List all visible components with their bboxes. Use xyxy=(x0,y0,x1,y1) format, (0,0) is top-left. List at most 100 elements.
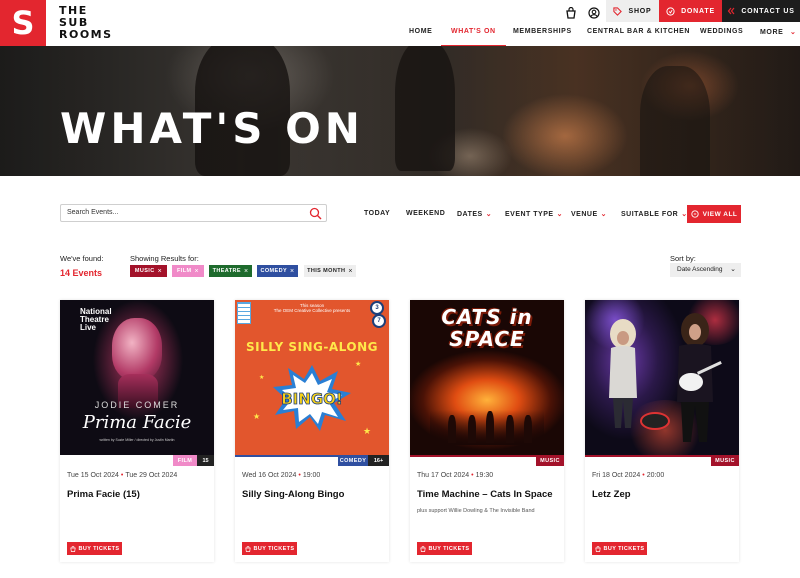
event-time: 20:00 xyxy=(646,472,665,479)
site-header: S THE SUB ROOMS SHOP DONATE CONTACT US H… xyxy=(0,0,800,47)
contact-button[interactable]: CONTACT US xyxy=(722,0,800,22)
star-icon: ★ xyxy=(253,412,261,421)
buy-tickets-button[interactable]: BUY TICKETS xyxy=(242,542,297,555)
close-icon[interactable]: × xyxy=(244,268,249,275)
logo[interactable]: S xyxy=(0,0,46,46)
event-poster[interactable]: CATS in SPACE xyxy=(410,300,564,455)
close-icon[interactable]: × xyxy=(158,268,163,275)
event-title[interactable]: Prima Facie (15) xyxy=(67,489,140,500)
chevron-left-icon xyxy=(728,7,735,15)
event-poster[interactable]: This season The OEM Creative Collective … xyxy=(235,300,389,455)
event-title[interactable]: Time Machine – Cats In Space xyxy=(417,489,553,500)
buy-tickets-label: BUY TICKETS xyxy=(78,545,120,552)
drum-graphic xyxy=(640,412,670,430)
poster-brand-line: Live xyxy=(80,323,97,332)
close-icon[interactable]: × xyxy=(290,268,295,275)
filter-tag-label: THIS MONTH xyxy=(307,268,346,274)
filter-tag-this-month[interactable]: THIS MONTH × xyxy=(304,265,356,277)
event-card[interactable]: MUSIC Fri 18 Oct 2024 • 20:00 Letz Zep BUY… xyxy=(585,300,739,562)
basket-icon[interactable] xyxy=(562,4,580,22)
event-title[interactable]: Silly Sing-Along Bingo xyxy=(242,489,344,500)
poster-credit: written by Suzie Miller / directed by Ju… xyxy=(99,438,175,442)
nav-more[interactable]: MORE ⌄ xyxy=(760,28,796,44)
bingo-ball: 3 xyxy=(370,301,384,315)
filter-event-type-label: EVENT TYPE xyxy=(505,211,554,218)
event-time: 19:00 xyxy=(302,472,321,479)
buy-tickets-label: BUY TICKETS xyxy=(603,545,645,552)
event-date-start: Wed 16 Oct 2024 xyxy=(242,472,297,479)
shop-label: SHOP xyxy=(628,7,652,15)
event-date-start: Thu 17 Oct 2024 xyxy=(417,472,470,479)
category-badge: COMEDY xyxy=(338,455,368,466)
bingo-burst: BINGO! xyxy=(273,365,351,431)
poster-pre: This season The OEM Creative Collective … xyxy=(235,303,389,313)
filter-suitable-for-label: SUITABLE FOR xyxy=(621,211,679,218)
separator-dot: • xyxy=(298,472,301,479)
poster-logo-line: CATS in xyxy=(441,305,533,329)
buy-tickets-button[interactable]: BUY TICKETS xyxy=(417,542,472,555)
basket-icon xyxy=(69,545,76,552)
buy-tickets-button[interactable]: BUY TICKETS xyxy=(67,542,122,555)
filter-tag-film[interactable]: FILM × xyxy=(172,265,204,277)
event-poster[interactable]: National Theatre Live JODIE COMER Prima … xyxy=(60,300,214,455)
buy-tickets-label: BUY TICKETS xyxy=(428,545,470,552)
view-all-button[interactable]: VIEW ALL xyxy=(687,205,741,223)
poster-heading: SILLY SING-ALONG xyxy=(246,340,378,354)
chevron-down-icon: ⌄ xyxy=(485,211,493,218)
filter-suitable-for[interactable]: SUITABLE FOR ⌄ xyxy=(621,210,688,218)
filter-tag-music[interactable]: MUSIC × xyxy=(130,265,167,277)
filter-tag-comedy[interactable]: COMEDY × xyxy=(257,265,298,277)
age-badge: 15 xyxy=(197,455,214,466)
showing-label: Showing Results for: xyxy=(130,254,199,263)
bingo-burst-text: BINGO! xyxy=(281,390,342,408)
filter-dates-label: DATES xyxy=(457,211,483,218)
event-card[interactable]: National Theatre Live JODIE COMER Prima … xyxy=(60,300,214,562)
filter-today[interactable]: TODAY xyxy=(364,210,390,217)
search-input[interactable]: Search Events... xyxy=(60,204,327,222)
wordmark-line: ROOMS xyxy=(59,28,113,41)
close-icon[interactable]: × xyxy=(194,268,199,275)
chevron-down-icon: ⌄ xyxy=(600,211,607,218)
found-label: We've found: xyxy=(60,254,104,263)
filter-dates[interactable]: DATES ⌄ xyxy=(457,210,492,218)
star-icon: ★ xyxy=(355,361,362,368)
shop-button[interactable]: SHOP xyxy=(606,0,659,22)
filter-weekend[interactable]: WEEKEND xyxy=(406,210,445,217)
nav-central-bar-kitchen[interactable]: CENTRAL BAR & KITCHEN xyxy=(587,28,690,44)
poster-title: Prima Facie xyxy=(82,412,192,433)
search-icon[interactable] xyxy=(309,207,322,220)
poster-logo-line: SPACE xyxy=(449,327,525,351)
event-poster[interactable] xyxy=(585,300,739,455)
close-icon[interactable]: × xyxy=(348,268,353,275)
poster-actor: JODIE COMER xyxy=(94,400,180,410)
event-title[interactable]: Letz Zep xyxy=(592,489,631,500)
band-member xyxy=(524,415,532,443)
filter-venue[interactable]: VENUE ⌄ xyxy=(571,210,607,218)
sort-label: Sort by: xyxy=(670,254,696,263)
reset-icon xyxy=(690,210,699,218)
account-icon[interactable] xyxy=(585,4,603,22)
nav-more-label: MORE xyxy=(760,29,784,36)
event-card[interactable]: CATS in SPACE MUSIC Thu 17 Oct 2024 • 19:3… xyxy=(410,300,564,562)
filter-event-type[interactable]: EVENT TYPE ⌄ xyxy=(505,210,563,218)
buy-tickets-label: BUY TICKETS xyxy=(253,545,295,552)
donate-button[interactable]: DONATE xyxy=(659,0,722,22)
nav-memberships[interactable]: MEMBERSHIPS xyxy=(513,28,572,44)
nav-home[interactable]: HOME xyxy=(409,28,432,44)
contact-label: CONTACT US xyxy=(741,7,795,15)
nav-weddings[interactable]: WEDDINGS xyxy=(700,28,743,44)
filter-tag-label: COMEDY xyxy=(260,268,288,274)
event-date: Wed 16 Oct 2024 • 19:00 xyxy=(242,472,320,479)
nav-whats-on[interactable]: WHAT'S ON xyxy=(441,28,506,47)
filter-tag-theatre[interactable]: THEATRE × xyxy=(209,265,252,277)
sort-select[interactable]: Date Ascending ⌄ xyxy=(670,263,741,277)
wordmark[interactable]: THE SUB ROOMS xyxy=(59,5,113,41)
donate-icon xyxy=(666,6,675,16)
buy-tickets-button[interactable]: BUY TICKETS xyxy=(592,542,647,555)
event-date: Fri 18 Oct 2024 • 20:00 xyxy=(592,472,664,479)
event-date: Tue 15 Oct 2024 • Tue 29 Oct 2024 xyxy=(67,472,177,479)
page-title: WHAT'S ON xyxy=(60,104,364,153)
event-card[interactable]: This season The OEM Creative Collective … xyxy=(235,300,389,562)
hero-banner: WHAT'S ON xyxy=(0,46,800,176)
band-member xyxy=(448,415,456,443)
